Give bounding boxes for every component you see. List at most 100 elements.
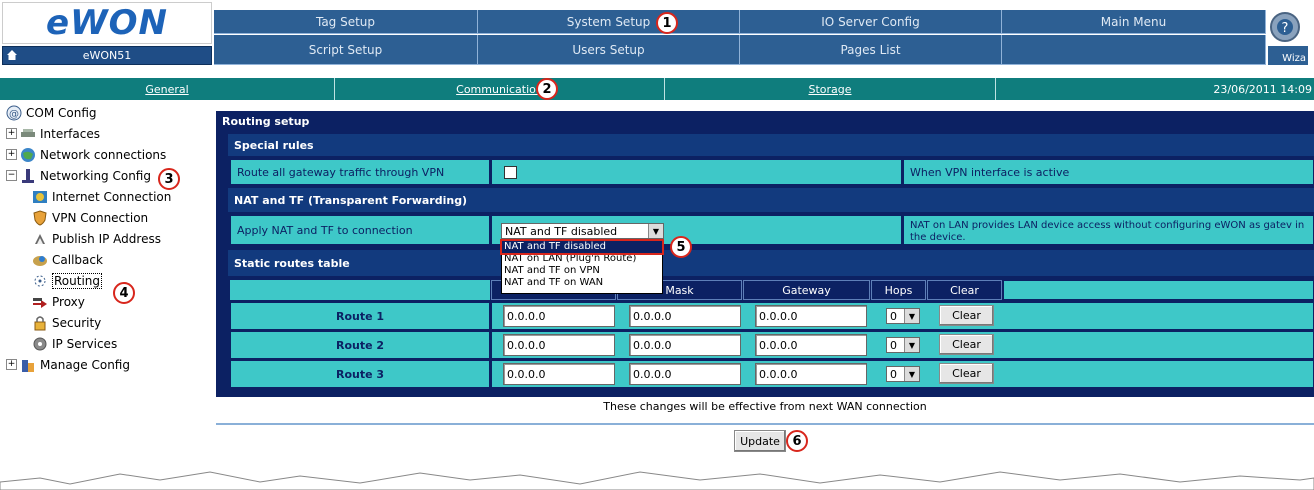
tree-item-internet-connection[interactable]: Internet Connection <box>32 186 211 207</box>
networking-config-children: Internet Connection VPN Connection Publi… <box>6 186 211 354</box>
route-hops-select[interactable]: 0 ▼ <box>886 308 920 324</box>
callout-4: 4 <box>113 282 135 304</box>
ewon-logo: eWON <box>2 2 212 44</box>
update-button[interactable]: Update <box>734 430 786 452</box>
nat-label: Apply NAT and TF to connection <box>230 215 490 245</box>
tree-item-publish-ip[interactable]: Publish IP Address <box>32 228 211 249</box>
route-name: Route 3 <box>230 360 490 388</box>
routing-setup-title: Routing setup <box>216 111 1314 131</box>
route-name: Route 2 <box>230 331 490 359</box>
route-destination-input[interactable]: 0.0.0.0 <box>503 334 615 356</box>
svg-text:@: @ <box>9 109 19 120</box>
divider <box>216 423 1314 425</box>
route-clear-button[interactable]: Clear <box>939 363 994 384</box>
device-name-bar: eWON51 <box>2 46 212 65</box>
nat-section-title: NAT and TF (Transparent Forwarding) <box>228 188 1314 212</box>
route-mask-input[interactable]: 0.0.0.0 <box>629 334 741 356</box>
device-name: eWON51 <box>82 49 132 62</box>
nav-pages-list[interactable]: Pages List <box>740 35 1002 65</box>
route-name: Route 1 <box>230 302 490 330</box>
chevron-down-icon[interactable]: ▼ <box>904 338 919 352</box>
proxy-icon <box>33 297 47 308</box>
nat-note: NAT on LAN provides LAN device access wi… <box>903 215 1314 245</box>
tree-item-networking-config[interactable]: − Networking Config <box>6 165 211 186</box>
publish-icon <box>35 233 45 244</box>
config-tree: @ COM Config + Interfaces + Network conn… <box>6 102 211 375</box>
internet-icon <box>33 190 47 203</box>
routes-header-clear: Clear <box>927 280 1002 300</box>
tree-item-security[interactable]: Security <box>32 312 211 333</box>
tree-root-com-config[interactable]: @ COM Config <box>6 102 211 123</box>
route-mask-input[interactable]: 0.0.0.0 <box>629 305 741 327</box>
nat-dropdown-list: NAT and TF disabled NAT on LAN (Plug'n R… <box>500 239 664 294</box>
svg-text:?: ? <box>1282 21 1289 36</box>
callback-icon <box>33 255 47 266</box>
vpn-route-checkbox[interactable] <box>504 165 517 179</box>
tab-communication[interactable]: Communication <box>335 78 665 100</box>
callout-3: 3 <box>158 168 180 190</box>
vpn-route-note: When VPN interface is active <box>903 159 1314 185</box>
nav-script-setup[interactable]: Script Setup <box>214 35 478 65</box>
nat-option[interactable]: NAT and TF on VPN <box>502 265 662 277</box>
routing-icon <box>34 275 46 286</box>
route-clear-button[interactable]: Clear <box>939 305 994 326</box>
globe-icon <box>21 147 35 162</box>
nav-empty <box>1002 35 1266 65</box>
manage-config-icon <box>22 359 34 372</box>
tree-item-ip-services[interactable]: IP Services <box>32 333 211 354</box>
gear-icon <box>33 337 47 350</box>
tree-item-callback[interactable]: Callback <box>32 249 211 270</box>
routes-table-body: Route 1 0.0.0.0 0.0.0.0 0.0.0.0 0 ▼ Clear… <box>230 302 1314 390</box>
route-gateway-input[interactable]: 0.0.0.0 <box>755 305 867 327</box>
route-destination-input[interactable]: 0.0.0.0 <box>503 305 615 327</box>
shield-icon <box>33 209 47 226</box>
expand-icon[interactable]: + <box>6 128 17 139</box>
torn-edge-decoration <box>0 471 1314 490</box>
tab-general[interactable]: General <box>0 78 335 100</box>
network-config-icon <box>22 168 34 183</box>
routes-header-filler <box>1003 280 1314 300</box>
datetime-display: 23/06/2011 14:09 <box>996 78 1314 100</box>
wizard-gear-icon[interactable]: ? <box>1268 10 1302 44</box>
chevron-down-icon[interactable]: ▼ <box>904 309 919 323</box>
chevron-down-icon[interactable]: ▼ <box>904 367 919 381</box>
route-gateway-input[interactable]: 0.0.0.0 <box>755 363 867 385</box>
vpn-route-cell <box>491 159 902 185</box>
routes-header-blank <box>230 280 490 300</box>
tree-item-vpn-connection[interactable]: VPN Connection <box>32 207 211 228</box>
callout-1: 1 <box>656 12 678 34</box>
nat-select[interactable]: NAT and TF disabled ▼ <box>501 223 664 239</box>
wizard-button[interactable]: Wiza <box>1268 46 1308 65</box>
route-mask-input[interactable]: 0.0.0.0 <box>629 363 741 385</box>
home-icon[interactable] <box>6 49 18 61</box>
callout-6: 6 <box>786 430 808 452</box>
special-rules-title: Special rules <box>228 134 1314 156</box>
tree-item-manage-config[interactable]: + Manage Config <box>6 354 211 375</box>
nav-io-server-config[interactable]: IO Server Config <box>740 10 1002 34</box>
nav-main-menu[interactable]: Main Menu <box>1002 10 1266 34</box>
expand-icon[interactable]: + <box>6 149 17 160</box>
route-gateway-input[interactable]: 0.0.0.0 <box>755 334 867 356</box>
nav-tag-setup[interactable]: Tag Setup <box>214 10 478 34</box>
tab-storage[interactable]: Storage <box>665 78 996 100</box>
chevron-down-icon[interactable]: ▼ <box>648 224 663 238</box>
tree-item-network-connections[interactable]: + Network connections <box>6 144 211 165</box>
expand-icon[interactable]: + <box>6 359 17 370</box>
nat-option[interactable]: NAT and TF disabled <box>500 239 664 255</box>
routes-header-hops: Hops <box>871 280 926 300</box>
route-clear-button[interactable]: Clear <box>939 334 994 355</box>
route-hops-select[interactable]: 0 ▼ <box>886 337 920 353</box>
nat-option[interactable]: NAT and TF on WAN <box>502 277 662 289</box>
interfaces-icon <box>21 128 35 137</box>
route-destination-input[interactable]: 0.0.0.0 <box>503 363 615 385</box>
collapse-icon[interactable]: − <box>6 170 17 181</box>
callout-5: 5 <box>670 236 692 258</box>
nav-system-setup[interactable]: System Setup <box>478 10 740 34</box>
route-hops-select[interactable]: 0 ▼ <box>886 366 920 382</box>
routes-header-gateway: Gateway <box>743 280 870 300</box>
vpn-route-label: Route all gateway traffic through VPN <box>230 159 490 185</box>
tree-item-interfaces[interactable]: + Interfaces <box>6 123 211 144</box>
nav-users-setup[interactable]: Users Setup <box>478 35 740 65</box>
lock-icon <box>34 315 46 330</box>
nat-option[interactable]: NAT on LAN (Plug'n Route) <box>502 253 662 265</box>
